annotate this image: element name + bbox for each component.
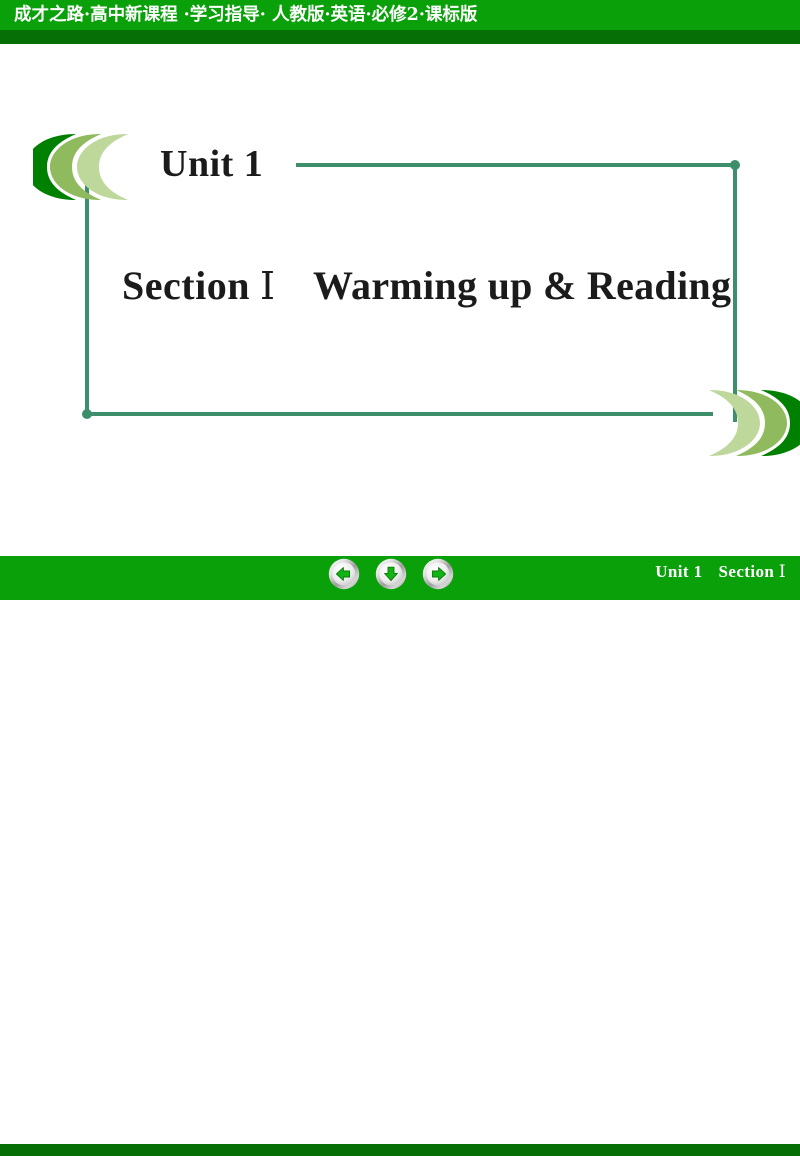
next-slide-button[interactable] bbox=[422, 558, 454, 590]
previous-slide-button[interactable] bbox=[328, 558, 360, 590]
footer-navigation bbox=[328, 558, 460, 592]
section-title-label: Section bbox=[122, 263, 250, 308]
section-title-topic: Warming up & Reading bbox=[312, 263, 732, 308]
frame-line-top bbox=[296, 163, 736, 167]
frame-line-right bbox=[733, 165, 737, 422]
crescent-pale-icon bbox=[77, 134, 128, 200]
chevron-cluster-left bbox=[25, 132, 153, 202]
section-title: Section Ⅰ Warming up & Reading bbox=[122, 262, 731, 309]
frame-line-bottom bbox=[87, 412, 713, 416]
footer-breadcrumb: Unit 1 Section Ⅰ bbox=[655, 562, 786, 582]
footer-breadcrumb-section-label: Section bbox=[718, 562, 775, 581]
chevron-cluster-right bbox=[684, 388, 800, 458]
header-title: 成才之路·高中新课程 ·学习指导· 人教版·英语·必修2·课标版 bbox=[14, 5, 478, 25]
header-bar: 成才之路·高中新课程 ·学习指导· 人教版·英语·必修2·课标版 bbox=[0, 0, 800, 44]
crescent-pale-icon bbox=[709, 390, 760, 456]
down-slide-button[interactable] bbox=[375, 558, 407, 590]
frame-line-left bbox=[85, 170, 89, 416]
header-bar-shadow bbox=[0, 30, 800, 44]
frame-corner-dot-bottom-left bbox=[82, 409, 92, 419]
footer-bar-shadow bbox=[0, 1144, 800, 1156]
footer-breadcrumb-unit: Unit 1 bbox=[655, 562, 703, 581]
footer-breadcrumb-section-numeral: Ⅰ bbox=[778, 562, 786, 582]
frame-corner-dot-top-right bbox=[730, 160, 740, 170]
unit-title: Unit 1 bbox=[160, 143, 264, 185]
section-title-numeral: Ⅰ bbox=[259, 264, 275, 308]
